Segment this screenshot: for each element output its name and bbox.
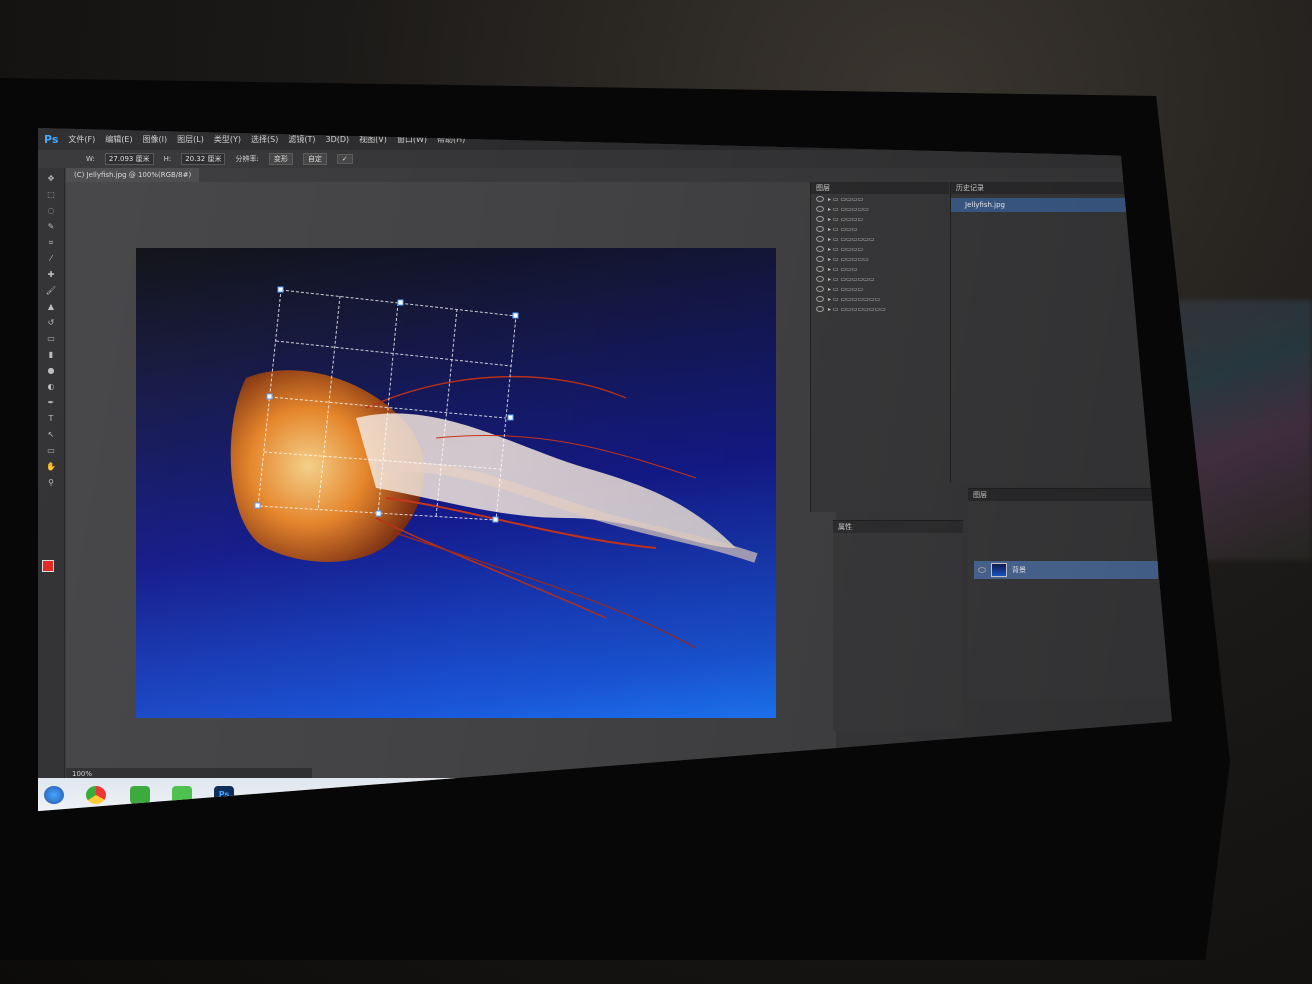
dodge-tool-icon[interactable]: ◐ — [44, 382, 58, 392]
eye-icon[interactable] — [816, 226, 824, 232]
resolution-label: 分辨率: — [235, 155, 259, 163]
lasso-tool-icon[interactable]: ◌ — [44, 206, 58, 216]
quick-select-tool-icon[interactable]: ✎ — [44, 222, 58, 232]
jellyfish-photo — [136, 248, 776, 718]
healing-tool-icon[interactable]: ✚ — [44, 270, 58, 280]
zoom-level[interactable]: 100% — [72, 770, 92, 778]
eye-icon[interactable] — [816, 266, 824, 272]
layers-panel-title: 图层 — [968, 489, 1168, 501]
list-item[interactable]: ▸ ▭ ▭▭▭▭▭ — [811, 254, 949, 264]
brush-tool-icon[interactable]: 🖌 — [44, 286, 58, 296]
menu-filter[interactable]: 滤镜(T) — [288, 134, 315, 145]
menu-3d[interactable]: 3D(D) — [325, 135, 349, 144]
layer-comps-title: 图层 — [811, 182, 949, 194]
start-button-icon[interactable] — [44, 786, 64, 804]
path-select-tool-icon[interactable]: ↖ — [44, 430, 58, 440]
list-item[interactable]: ▸ ▭ ▭▭▭▭ — [811, 214, 949, 224]
list-item[interactable]: ▸ ▭ ▭▭▭▭ — [811, 194, 949, 204]
height-field[interactable]: 20.32 厘米 — [181, 153, 226, 165]
list-item[interactable]: ▸ ▭ ▭▭▭▭ — [811, 244, 949, 254]
menu-image[interactable]: 图像(I) — [143, 134, 168, 145]
chrome-icon[interactable] — [86, 786, 106, 804]
eye-icon[interactable] — [816, 216, 824, 222]
list-item[interactable]: ▸ ▭ ▭▭▭▭ — [811, 284, 949, 294]
tools-panel: ✥ ⬚ ◌ ✎ ⌗ ⁄ ✚ 🖌 ▲ ↺ ▭ ▮ ● ◐ ✒ T ↖ ▭ ✋ ⚲ — [38, 168, 65, 808]
menu-type[interactable]: 类型(Y) — [214, 134, 241, 145]
move-tool-icon[interactable]: ✥ — [44, 174, 58, 184]
layers-panel: 图层 背景 — [968, 488, 1168, 699]
pen-tool-icon[interactable]: ✒ — [44, 398, 58, 408]
eye-icon[interactable] — [816, 296, 824, 302]
history-brush-tool-icon[interactable]: ↺ — [44, 318, 58, 328]
properties-panel-title: 属性 — [833, 521, 963, 533]
eye-icon[interactable] — [816, 206, 824, 212]
messenger-icon[interactable] — [130, 786, 150, 804]
eye-icon[interactable] — [816, 306, 824, 312]
warp-transform-grid[interactable] — [136, 248, 776, 718]
width-label: W: — [86, 155, 95, 163]
ps-logo: Ps — [44, 132, 59, 146]
layer-thumbnail — [991, 563, 1007, 577]
list-item[interactable]: ▸ ▭ ▭▭▭▭▭▭ — [811, 234, 949, 244]
warp-preset-select[interactable]: 自定 — [302, 153, 327, 165]
blur-tool-icon[interactable]: ● — [44, 366, 58, 376]
zoom-tool-icon[interactable]: ⚲ — [44, 478, 58, 488]
menu-edit[interactable]: 编辑(E) — [105, 134, 132, 145]
height-label: H: — [163, 155, 172, 163]
stamp-tool-icon[interactable]: ▲ — [44, 302, 58, 312]
canvas-area[interactable] — [66, 182, 836, 792]
layer-comps-panel: 图层 ▸ ▭ ▭▭▭▭ ▸ ▭ ▭▭▭▭▭ ▸ ▭ ▭▭▭▭ ▸ ▭ ▭▭▭ ▸… — [810, 182, 949, 512]
marquee-tool-icon[interactable]: ⬚ — [44, 190, 58, 200]
foreground-color-swatch[interactable] — [42, 560, 54, 572]
eye-icon[interactable] — [816, 256, 824, 262]
eye-icon[interactable] — [816, 286, 824, 292]
list-item[interactable]: ▸ ▭ ▭▭▭▭▭▭▭ — [811, 294, 949, 304]
layer-row-background[interactable]: 背景 — [974, 561, 1158, 579]
eye-icon[interactable] — [816, 276, 824, 282]
photoshop-screen: Ps 文件(F) 编辑(E) 图像(I) 图层(L) 类型(Y) 选择(S) 滤… — [38, 128, 1172, 812]
list-item[interactable]: ▸ ▭ ▭▭▭ — [811, 224, 949, 234]
gradient-tool-icon[interactable]: ▮ — [44, 350, 58, 360]
type-tool-icon[interactable]: T — [44, 414, 58, 424]
menu-select[interactable]: 选择(S) — [251, 134, 278, 145]
width-field[interactable]: 27.093 厘米 — [104, 153, 154, 165]
document-tab[interactable]: (C) Jellyfish.jpg @ 100%(RGB/8#) — [66, 168, 200, 182]
eye-icon[interactable] — [816, 246, 824, 252]
shape-tool-icon[interactable]: ▭ — [44, 446, 58, 456]
layer-name: 背景 — [1012, 566, 1026, 574]
list-item[interactable]: ▸ ▭ ▭▭▭ — [811, 264, 949, 274]
menu-layer[interactable]: 图层(L) — [177, 134, 204, 145]
crop-tool-icon[interactable]: ⌗ — [44, 238, 58, 248]
list-item[interactable]: ▸ ▭ ▭▭▭▭▭ — [811, 204, 949, 214]
eyedropper-tool-icon[interactable]: ⁄ — [44, 254, 58, 264]
list-item[interactable]: ▸ ▭ ▭▭▭▭▭▭ — [811, 274, 949, 284]
eye-icon[interactable] — [816, 236, 824, 242]
options-bar: W: 27.093 厘米 H: 20.32 厘米 分辨率: 变形 自定 ✓ — [38, 150, 1172, 168]
menu-file[interactable]: 文件(F) — [68, 134, 95, 145]
warp-mode-button[interactable]: 变形 — [268, 153, 293, 165]
commit-transform-button[interactable]: ✓ — [336, 154, 353, 164]
list-item[interactable]: ▸ ▭ ▭▭▭▭▭▭▭▭ — [811, 304, 949, 314]
eye-icon[interactable] — [978, 567, 986, 573]
eye-icon[interactable] — [816, 196, 824, 202]
eraser-tool-icon[interactable]: ▭ — [44, 334, 58, 344]
properties-panel: 属性 — [833, 520, 963, 731]
hand-tool-icon[interactable]: ✋ — [44, 462, 58, 472]
